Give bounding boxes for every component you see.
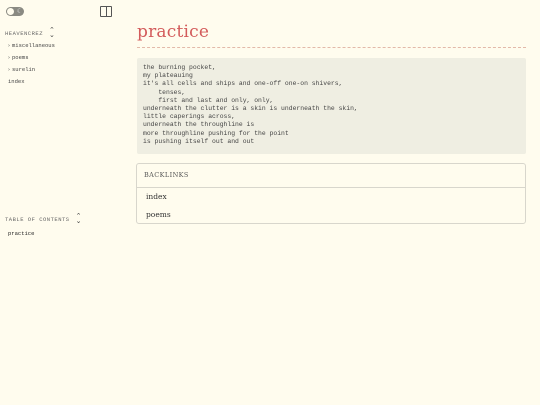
- chevron-right-icon: ›: [8, 55, 10, 61]
- sidebar-panel-icon[interactable]: [100, 6, 112, 17]
- code-line: it's all cells and ships and one-off one…: [143, 80, 343, 88]
- toggle-knob: [7, 8, 14, 15]
- title-divider: [137, 47, 526, 48]
- sidebar: ☾ HEAVENCREZ ⌃ ⌄ › miscellaneous › poems › s…: [0, 0, 128, 405]
- explorer-header[interactable]: HEAVENCREZ ⌃ ⌄: [5, 27, 55, 39]
- sidebar-item-label: miscellaneous: [12, 42, 55, 49]
- site-title: HEAVENCREZ: [5, 29, 44, 37]
- toc-item-practice[interactable]: practice: [8, 230, 34, 237]
- sidebar-item-label: index: [8, 78, 25, 85]
- code-line: first and last and only, only,: [143, 96, 274, 104]
- backlinks-title: BACKLINKS: [137, 164, 525, 188]
- sidebar-item-surelin[interactable]: › surelin: [8, 64, 55, 76]
- backlinks-panel: BACKLINKS index poems: [136, 163, 526, 224]
- backlink-index[interactable]: index: [137, 188, 525, 206]
- page-title: practice: [137, 22, 210, 42]
- explorer-tree: › miscellaneous › poems › surelin index: [8, 40, 55, 88]
- theme-toggle[interactable]: ☾: [6, 7, 24, 16]
- code-line: little caperings across,: [143, 113, 236, 121]
- code-line: underneath the throughline is: [143, 121, 255, 129]
- code-line: the burning pocket,: [143, 64, 216, 71]
- sidebar-item-label: surelin: [12, 66, 36, 73]
- code-line: tenses,: [143, 88, 186, 96]
- sidebar-item-index[interactable]: index: [8, 76, 55, 88]
- expand-collapse-icon[interactable]: ⌃ ⌄: [49, 27, 55, 39]
- code-line: underneath the clutter is a skin is unde…: [143, 105, 358, 113]
- expand-collapse-icon[interactable]: ⌃ ⌄: [76, 213, 82, 225]
- sidebar-item-label: poems: [12, 54, 29, 61]
- sidebar-item-poems[interactable]: › poems: [8, 52, 55, 64]
- code-line: is pushing itself out and out: [143, 137, 255, 145]
- poem-code-block: the burning pocket, my plateauing it's a…: [137, 58, 526, 154]
- sidebar-item-miscellaneous[interactable]: › miscellaneous: [8, 40, 55, 52]
- code-line: my plateauing: [143, 72, 193, 80]
- chevron-right-icon: ›: [8, 67, 10, 73]
- backlink-poems[interactable]: poems: [137, 206, 525, 224]
- toc-header[interactable]: TABLE OF CONTENTS ⌃ ⌄: [5, 213, 82, 225]
- chevron-right-icon: ›: [8, 43, 10, 49]
- panel-divider: [106, 7, 107, 16]
- moon-icon: ☾: [16, 7, 23, 15]
- code-line: more throughline pushing for the point: [143, 129, 289, 137]
- toc-title: TABLE OF CONTENTS: [5, 215, 70, 223]
